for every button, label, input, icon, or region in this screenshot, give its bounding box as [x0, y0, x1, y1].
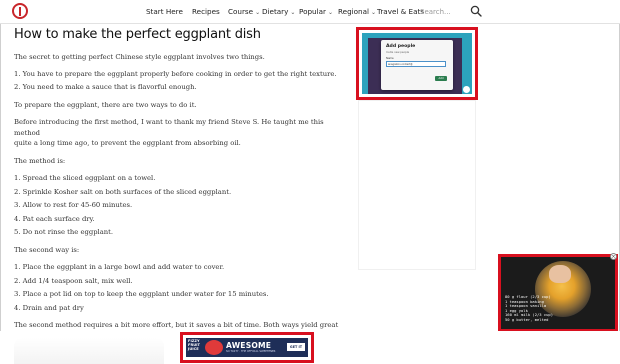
- nav-popular-label: Popular: [299, 7, 326, 16]
- list-item: 5. Do not rinse the eggplant.: [14, 228, 114, 236]
- search-input[interactable]: Search...: [420, 4, 470, 20]
- recipe-line: 50 g butter, melted: [505, 316, 549, 322]
- site-logo[interactable]: [12, 3, 28, 19]
- ad-dialog-add-button: Add: [435, 76, 447, 81]
- nav-recipes[interactable]: Recipes: [192, 7, 220, 16]
- nav-start-here[interactable]: Start Here: [146, 7, 183, 16]
- chevron-down-icon: ⌄: [255, 9, 261, 16]
- list-item: 4. Drain and pat dry: [14, 303, 84, 312]
- ad-background: Add people Invite new people Name anagos…: [362, 33, 472, 94]
- nav-start-here-label: Start Here: [146, 7, 183, 16]
- bottom-image-edge: [14, 338, 164, 364]
- video-recipe-overlay: 80 g flour (2/3 cup) 1 teaspoon baking 1 t…: [505, 294, 553, 323]
- list-item: 3. Place a pot lid on top to keep the eg…: [14, 290, 269, 298]
- chevron-down-icon: ⌄: [371, 9, 377, 16]
- hand-image: [549, 265, 571, 283]
- ad-small-print: SO TASTY · THE OFFICIAL SWEETENER: [226, 350, 276, 353]
- ad-dialog-subtitle: Invite new people: [386, 51, 410, 54]
- ad-headline: AWESOME: [226, 341, 272, 350]
- sidebar-ad-slot: [358, 100, 476, 270]
- bottom-ad-banner: FIZZY FRUIT JUICE AWESOME SO TASTY · THE…: [186, 338, 308, 357]
- list-item: 2. Add 1/4 teaspoon salt, mix well.: [14, 276, 133, 285]
- nav-dietary-label: Dietary: [262, 7, 289, 16]
- list-item: 2. Sprinkle Kosher salt on both surfaces…: [14, 187, 232, 196]
- sidebar-ad-top[interactable]: Add people Invite new people Name anagos…: [356, 27, 478, 100]
- before-paragraph-line-1: Before introducing the first method, I w…: [14, 118, 324, 137]
- prepare-paragraph: To prepare the eggplant, there are two w…: [14, 100, 197, 109]
- close-icon[interactable]: ×: [610, 253, 617, 260]
- list-item: 3. Allow to rest for 45-60 minutes.: [14, 201, 133, 209]
- list-item: 1. You have to prepare the eggplant prop…: [14, 69, 337, 78]
- intro-paragraph: The secret to getting perfect Chinese st…: [14, 53, 265, 61]
- article-content: How to make the perfect eggplant dish Th…: [14, 24, 344, 341]
- nav-dietary[interactable]: Dietary ⌄: [262, 7, 295, 16]
- ad-dialog-title: Add people: [386, 44, 416, 49]
- nav-travel-eats-label: Travel & Eats: [377, 7, 425, 16]
- search-icon[interactable]: [470, 5, 482, 17]
- page-title: How to make the perfect eggplant dish: [14, 27, 261, 42]
- ad-art: [205, 340, 223, 355]
- nav-recipes-label: Recipes: [192, 7, 220, 16]
- list-item: 4. Pat each surface dry.: [14, 214, 95, 223]
- bottom-banner-ad[interactable]: FIZZY FRUIT JUICE AWESOME SO TASTY · THE…: [180, 332, 314, 363]
- before-paragraph-line-2: quite a long time ago, to prevent the eg…: [14, 139, 241, 147]
- ad-dialog: Add people Invite new people Name anagos…: [381, 40, 453, 90]
- ad-dialog-input: anagoston.contact@: [386, 61, 446, 67]
- nav-regional[interactable]: Regional ⌄: [338, 7, 376, 16]
- top-navigation: Start Here Recipes Course ⌄ Dietary ⌄ Popu…: [0, 0, 620, 24]
- chevron-down-icon: ⌄: [290, 9, 296, 16]
- list-item: 1. Spread the sliced eggplant on a towel…: [14, 174, 156, 182]
- nav-course-label: Course: [228, 7, 254, 16]
- second-way-label: The second way is:: [14, 245, 80, 254]
- method-label: The method is:: [14, 156, 66, 165]
- nav-travel-eats[interactable]: Travel & Eats: [377, 7, 424, 16]
- list-item: 2. You need to make a sauce that is flav…: [14, 83, 197, 91]
- chevron-down-icon: ⌄: [327, 9, 333, 16]
- ad-cta-button[interactable]: GET IT: [287, 343, 305, 351]
- ad-badge-icon[interactable]: [463, 86, 470, 93]
- nav-regional-label: Regional: [338, 7, 370, 16]
- video-ad[interactable]: 80 g flour (2/3 cup) 1 teaspoon baking 1 t…: [498, 254, 618, 332]
- ad-brand-logo: FIZZY FRUIT JUICE: [188, 339, 200, 352]
- nav-popular[interactable]: Popular ⌄: [299, 7, 333, 16]
- list-item: 1. Place the eggplant in a large bowl an…: [14, 263, 225, 271]
- ad-dialog-name-label: Name: [386, 57, 394, 60]
- nav-course[interactable]: Course ⌄: [228, 7, 260, 16]
